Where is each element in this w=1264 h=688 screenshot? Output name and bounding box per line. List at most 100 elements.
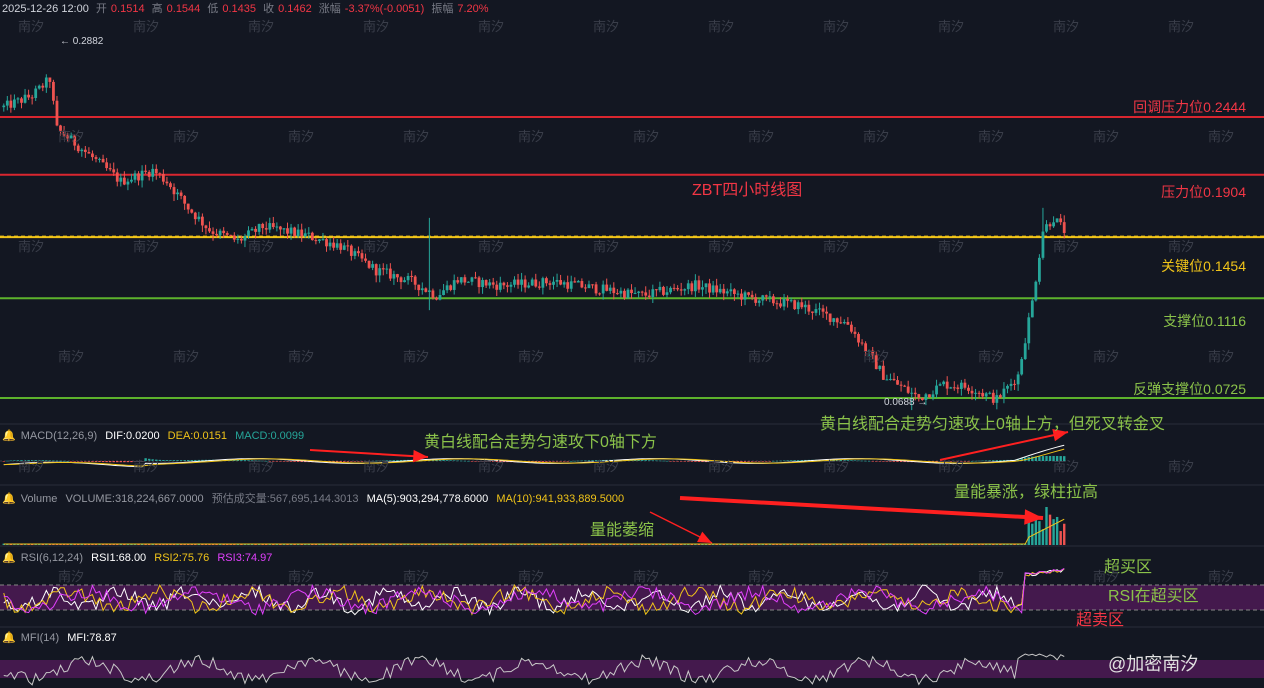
macd-histogram-bar [243, 460, 247, 461]
candle-body [697, 280, 701, 290]
candle-body [715, 285, 719, 293]
macd-histogram-bar [875, 461, 878, 462]
bell-icon[interactable]: 🔔 [2, 430, 16, 442]
candle-body [775, 303, 779, 305]
macd-histogram-bar [665, 460, 669, 462]
candle-body [566, 282, 570, 289]
macd-below-zero-note: 黄白线配合走势匀速攻下0轴下方 [424, 434, 657, 451]
candle-body [16, 98, 20, 100]
macd-histogram-bar [453, 460, 456, 462]
candle-body [928, 394, 931, 398]
candle-body [662, 286, 665, 295]
macd-histogram-bar [108, 461, 112, 463]
candle-body [34, 88, 38, 98]
macd-histogram-bar [889, 461, 892, 462]
candle-body [665, 292, 669, 295]
watermark-text: 南汐 [248, 239, 275, 254]
candle-body [289, 227, 293, 234]
candle-body [1030, 300, 1034, 318]
macd-histogram-bar [662, 460, 665, 462]
macd-histogram-bar [545, 461, 548, 462]
candle-body [757, 300, 761, 303]
mfi-value: MFI:78.87 [67, 632, 117, 644]
macd-histogram-bar [240, 460, 243, 461]
macd-histogram-bar [392, 460, 396, 461]
watermark-text: 南汐 [978, 349, 1005, 364]
bell-icon[interactable]: 🔔 [2, 632, 16, 644]
candle-body [385, 268, 389, 270]
candle-body [381, 268, 385, 270]
volume-bar [1052, 519, 1055, 545]
macd-histogram-bar [296, 461, 300, 462]
macd-histogram-bar [758, 461, 761, 462]
macd-histogram-bar [474, 461, 477, 462]
bell-icon[interactable]: 🔔 [2, 552, 16, 564]
macd-histogram-bar [77, 461, 80, 462]
candle-body [885, 379, 889, 381]
watermark-text: 南汐 [1093, 129, 1120, 144]
candle-body [140, 170, 144, 181]
watermark-text: 南汐 [708, 459, 735, 474]
watermark-text: 南汐 [58, 569, 85, 584]
candle-body [520, 279, 523, 285]
candle-body [1016, 374, 1020, 385]
macd-histogram-bar [640, 460, 644, 461]
macd-header: 🔔 MACD(12,26,9) DIF:0.0200 DEA:0.0151 MAC… [2, 429, 309, 442]
candle-body [498, 282, 502, 290]
macd-histogram-bar [577, 460, 580, 462]
macd-histogram-bar [992, 460, 995, 461]
macd-histogram-bar [669, 461, 672, 462]
candle-body [573, 281, 577, 283]
watermark-text: 南汐 [978, 569, 1005, 584]
watermark-text: 南汐 [863, 569, 890, 584]
macd-histogram-bar [860, 460, 864, 462]
candle-body [406, 275, 410, 281]
candle-body [959, 382, 963, 389]
rsi-params: RSI(6,12,24) [20, 552, 84, 564]
rsi-overbought-note: RSI在超买区 [1108, 588, 1199, 605]
candle-body [456, 280, 460, 283]
bell-icon[interactable]: 🔔 [2, 493, 16, 505]
watermark-text: 南汐 [1093, 349, 1120, 364]
candle-body [906, 386, 910, 393]
macd-histogram-bar [864, 460, 867, 462]
watermark-text: 南汐 [403, 349, 430, 364]
candle-body [474, 277, 477, 279]
candle-body [850, 324, 853, 332]
watermark-text: 南汐 [633, 129, 660, 144]
macd-histogram-bar [293, 461, 296, 462]
macd-histogram-bar [782, 460, 786, 462]
candle-body [779, 303, 782, 307]
candle-body [193, 212, 197, 220]
candle-body [576, 281, 580, 283]
candle-body [545, 278, 548, 284]
candle-body [796, 302, 800, 310]
macd-histogram-bar [779, 460, 782, 462]
candle-body [52, 81, 55, 101]
candle-body [555, 280, 559, 282]
macd-histogram-bar [974, 460, 977, 462]
candle-body [1045, 224, 1048, 232]
macd-histogram-bar [2, 461, 5, 462]
candle-body [534, 279, 538, 287]
candle-body [612, 287, 616, 294]
candle-body [995, 395, 999, 403]
macd-histogram-bar [1041, 456, 1045, 461]
candle-body [1041, 231, 1045, 258]
candle-body [130, 179, 133, 182]
candle-body [126, 181, 130, 185]
watermark-text: 南汐 [593, 459, 620, 474]
candle-body [44, 77, 48, 88]
macd-histogram-bar [580, 460, 584, 462]
candle-body [271, 223, 275, 228]
candle-body [169, 183, 172, 188]
watermark-text: 南汐 [938, 459, 965, 474]
candle-body [750, 294, 754, 298]
candle-body [310, 232, 314, 241]
candle-body [172, 187, 176, 195]
macd-histogram-bar [672, 461, 676, 462]
watermark-text: 南汐 [823, 459, 850, 474]
candle-body [208, 228, 211, 232]
candle-body [807, 304, 811, 312]
watermark-text: 南汐 [288, 349, 315, 364]
